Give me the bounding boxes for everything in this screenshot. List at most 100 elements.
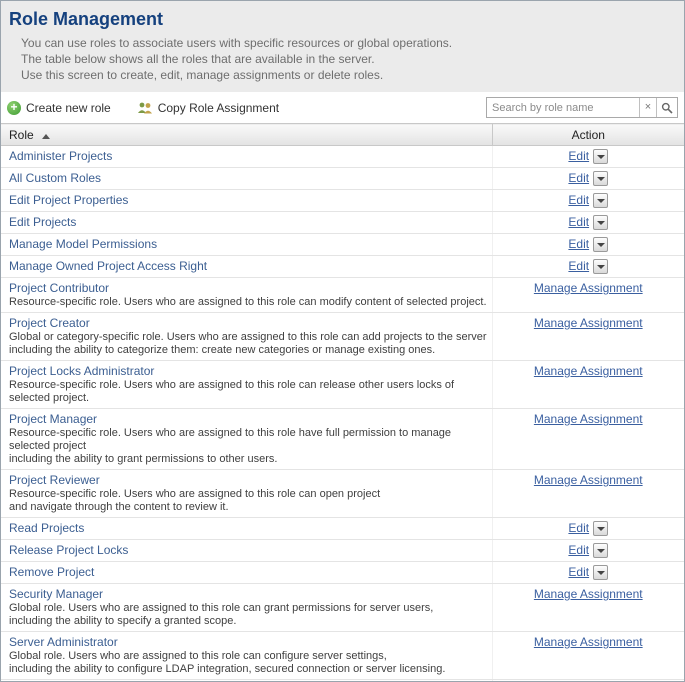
table-row: Manage Model Permissions Edit (1, 234, 684, 256)
role-name-link[interactable]: Edit Projects (9, 215, 76, 230)
table-row: Remove Project Edit (1, 562, 684, 584)
chevron-down-icon (597, 527, 605, 531)
role-name-link[interactable]: Project Locks Administrator (9, 364, 154, 379)
role-name-link[interactable]: Release Project Locks (9, 543, 128, 558)
table-row: Server AdministratorGlobal role. Users w… (1, 632, 684, 680)
copy-role-assignment-button[interactable]: Copy Role Assignment (137, 101, 279, 115)
role-description: Resource-specific role. Users who are as… (9, 427, 488, 453)
action-cell: Manage Assignment (492, 278, 684, 313)
role-cell: Server AdministratorGlobal role. Users w… (1, 632, 492, 680)
manage-assignment-link[interactable]: Manage Assignment (534, 281, 643, 295)
table-row: Project ManagerResource-specific role. U… (1, 409, 684, 470)
edit-link[interactable]: Edit (568, 543, 589, 558)
manage-assignment-link[interactable]: Manage Assignment (534, 473, 643, 487)
role-name-link[interactable]: All Custom Roles (9, 171, 101, 186)
chevron-down-icon (597, 243, 605, 247)
role-description: including the ability to specify a grant… (9, 615, 488, 628)
chevron-down-icon (597, 549, 605, 553)
role-cell: Project ContributorResource-specific rol… (1, 278, 492, 313)
table-row: All Custom Roles Edit (1, 168, 684, 190)
role-name-link[interactable]: Project Reviewer (9, 473, 100, 488)
role-description: including the ability to configure LDAP … (9, 663, 488, 676)
table-row: Project Locks AdministratorResource-spec… (1, 361, 684, 409)
action-cell: Edit (492, 190, 684, 212)
role-name-link[interactable]: Project Creator (9, 316, 90, 331)
edit-dropdown-button[interactable] (593, 237, 608, 252)
action-cell: Edit (492, 212, 684, 234)
search-button[interactable] (656, 98, 677, 117)
edit-link[interactable]: Edit (568, 215, 589, 230)
manage-assignment-link[interactable]: Manage Assignment (534, 587, 643, 601)
action-column-header[interactable]: Action (492, 124, 684, 146)
edit-action-group: Edit (568, 237, 608, 252)
description-line: You can use roles to associate users wit… (9, 35, 676, 51)
edit-action-group: Edit (568, 215, 608, 230)
header: Role Management You can use roles to ass… (1, 1, 684, 92)
role-name-link[interactable]: Manage Owned Project Access Right (9, 259, 207, 274)
edit-action-group: Edit (568, 565, 608, 580)
role-description: Resource-specific role. Users who are as… (9, 379, 488, 405)
chevron-down-icon (597, 221, 605, 225)
role-name-link[interactable]: Read Projects (9, 521, 84, 536)
role-cell: Project ManagerResource-specific role. U… (1, 409, 492, 470)
edit-dropdown-button[interactable] (593, 149, 608, 164)
edit-link[interactable]: Edit (568, 565, 589, 580)
role-name-link[interactable]: Security Manager (9, 587, 103, 602)
role-cell: Remove Project (1, 562, 492, 584)
edit-link[interactable]: Edit (568, 171, 589, 186)
edit-dropdown-button[interactable] (593, 259, 608, 274)
table-row: Project ReviewerResource-specific role. … (1, 470, 684, 518)
search-box: × (486, 97, 678, 118)
table-row: Edit Projects Edit (1, 212, 684, 234)
role-name-link[interactable]: Project Manager (9, 412, 97, 427)
create-new-role-button[interactable]: + Create new role (7, 101, 111, 115)
action-cell: Edit (492, 234, 684, 256)
edit-link[interactable]: Edit (568, 259, 589, 274)
action-cell: Edit (492, 256, 684, 278)
edit-dropdown-button[interactable] (593, 215, 608, 230)
chevron-down-icon (597, 155, 605, 159)
role-name-link[interactable]: Server Administrator (9, 635, 118, 650)
edit-action-group: Edit (568, 171, 608, 186)
action-cell: Manage Assignment (492, 409, 684, 470)
manage-assignment-link[interactable]: Manage Assignment (534, 412, 643, 426)
edit-dropdown-button[interactable] (593, 565, 608, 580)
chevron-down-icon (597, 265, 605, 269)
clear-search-button[interactable]: × (639, 98, 656, 117)
role-description: Resource-specific role. Users who are as… (9, 488, 488, 501)
role-name-link[interactable]: Remove Project (9, 565, 94, 580)
edit-action-group: Edit (568, 521, 608, 536)
manage-assignment-link[interactable]: Manage Assignment (534, 364, 643, 378)
action-cell: Manage Assignment (492, 632, 684, 680)
add-icon: + (7, 101, 21, 115)
edit-link[interactable]: Edit (568, 237, 589, 252)
role-column-header[interactable]: Role (1, 124, 492, 146)
manage-assignment-link[interactable]: Manage Assignment (534, 635, 643, 649)
edit-dropdown-button[interactable] (593, 543, 608, 558)
edit-dropdown-button[interactable] (593, 193, 608, 208)
manage-assignment-link[interactable]: Manage Assignment (534, 316, 643, 330)
edit-link[interactable]: Edit (568, 149, 589, 164)
table-row: Project ContributorResource-specific rol… (1, 278, 684, 313)
copy-role-assignment-label: Copy Role Assignment (158, 101, 279, 115)
edit-link[interactable]: Edit (568, 521, 589, 536)
role-name-link[interactable]: Manage Model Permissions (9, 237, 157, 252)
role-name-link[interactable]: Project Contributor (9, 281, 109, 296)
role-name-link[interactable]: Edit Project Properties (9, 193, 128, 208)
role-description: Global or category-specific role. Users … (9, 331, 488, 344)
role-cell: Manage Model Permissions (1, 234, 492, 256)
role-cell: Edit Projects (1, 212, 492, 234)
edit-action-group: Edit (568, 193, 608, 208)
search-input[interactable] (487, 98, 639, 117)
action-cell: Manage Assignment (492, 313, 684, 361)
role-name-link[interactable]: Administer Projects (9, 149, 112, 164)
action-cell: Manage Assignment (492, 361, 684, 409)
edit-action-group: Edit (568, 543, 608, 558)
edit-dropdown-button[interactable] (593, 171, 608, 186)
role-cell: Project ReviewerResource-specific role. … (1, 470, 492, 518)
action-cell: Edit (492, 540, 684, 562)
action-cell: Edit (492, 146, 684, 168)
edit-dropdown-button[interactable] (593, 521, 608, 536)
role-description: including the ability to grant permissio… (9, 453, 488, 466)
edit-link[interactable]: Edit (568, 193, 589, 208)
